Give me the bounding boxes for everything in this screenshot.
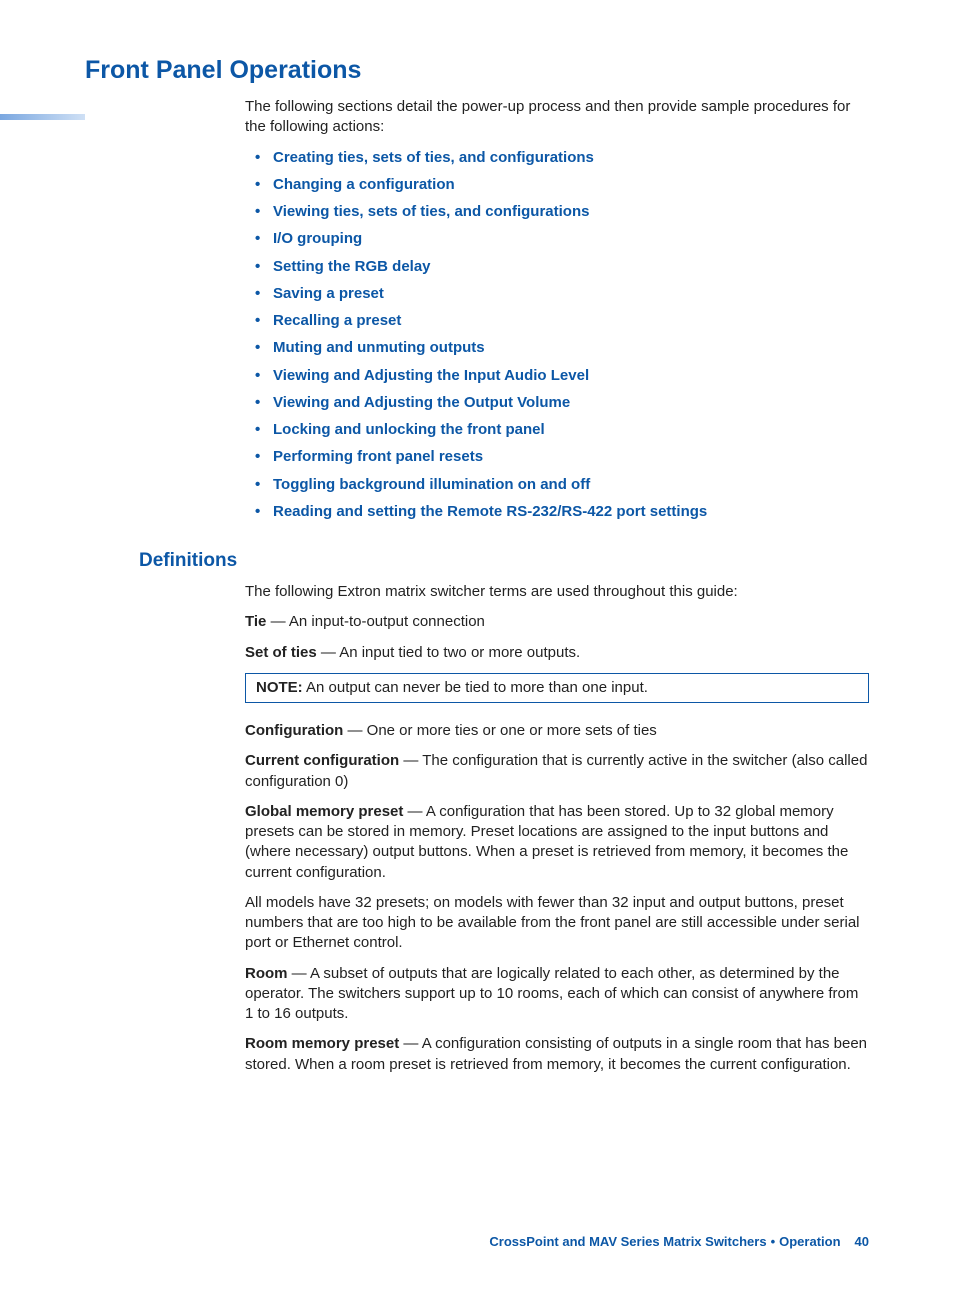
- action-link[interactable]: Creating ties, sets of ties, and configu…: [273, 149, 594, 166]
- definition-term: Global memory preset: [245, 803, 403, 820]
- definition-desc: — A subset of outputs that are logically…: [245, 965, 858, 1023]
- definition-term: Current configuration: [245, 752, 399, 769]
- definitions-block: The following Extron matrix switcher ter…: [245, 582, 869, 1075]
- action-link[interactable]: Saving a preset: [273, 285, 384, 302]
- footer-separator: •: [771, 1234, 776, 1249]
- action-link[interactable]: Reading and setting the Remote RS-232/RS…: [273, 503, 707, 520]
- definition-desc: — One or more ties or one or more sets o…: [343, 722, 656, 739]
- definition-desc: — An input tied to two or more outputs.: [317, 644, 580, 661]
- list-item: Viewing and Adjusting the Output Volume: [245, 393, 869, 413]
- list-item: Locking and unlocking the front panel: [245, 420, 869, 440]
- definition-item: Set of ties — An input tied to two or mo…: [245, 643, 869, 663]
- list-item: Creating ties, sets of ties, and configu…: [245, 148, 869, 168]
- definition-item: Room memory preset — A configuration con…: [245, 1034, 869, 1075]
- intro-block: The following sections detail the power-…: [245, 97, 869, 522]
- footer-section: Operation: [779, 1234, 840, 1249]
- list-item: Setting the RGB delay: [245, 257, 869, 277]
- action-link[interactable]: Performing front panel resets: [273, 448, 483, 465]
- action-link[interactable]: Viewing ties, sets of ties, and configur…: [273, 203, 589, 220]
- action-link[interactable]: Setting the RGB delay: [273, 258, 431, 275]
- list-item: Viewing and Adjusting the Input Audio Le…: [245, 366, 869, 386]
- action-link-list: Creating ties, sets of ties, and configu…: [245, 148, 869, 523]
- action-link[interactable]: Toggling background illumination on and …: [273, 476, 590, 493]
- list-item: Saving a preset: [245, 284, 869, 304]
- list-item: Recalling a preset: [245, 311, 869, 331]
- definition-item: Global memory preset — A configuration t…: [245, 802, 869, 883]
- definition-item: Tie — An input-to-output connection: [245, 612, 869, 632]
- list-item: I/O grouping: [245, 229, 869, 249]
- note-box: NOTE: An output can never be tied to mor…: [245, 673, 869, 703]
- definition-term: Room: [245, 965, 288, 982]
- definitions-intro: The following Extron matrix switcher ter…: [245, 582, 869, 602]
- definition-item: Configuration — One or more ties or one …: [245, 721, 869, 741]
- definitions-extra-para: All models have 32 presets; on models wi…: [245, 893, 869, 954]
- list-item: Reading and setting the Remote RS-232/RS…: [245, 502, 869, 522]
- header-accent-bar: [0, 114, 85, 120]
- page-footer: CrossPoint and MAV Series Matrix Switche…: [489, 1234, 869, 1249]
- list-item: Toggling background illumination on and …: [245, 475, 869, 495]
- action-link[interactable]: Muting and unmuting outputs: [273, 339, 485, 356]
- section-title-definitions: Definitions: [139, 550, 869, 572]
- action-link[interactable]: Viewing and Adjusting the Input Audio Le…: [273, 367, 589, 384]
- page-title: Front Panel Operations: [85, 56, 869, 85]
- note-text-content: An output can never be tied to more than…: [306, 679, 648, 696]
- intro-text: The following sections detail the power-…: [245, 97, 869, 138]
- definition-term: Tie: [245, 613, 266, 630]
- footer-page-number: 40: [855, 1234, 869, 1249]
- footer-product: CrossPoint and MAV Series Matrix Switche…: [489, 1234, 766, 1249]
- list-item: Changing a configuration: [245, 175, 869, 195]
- action-link[interactable]: Recalling a preset: [273, 312, 401, 329]
- action-link[interactable]: I/O grouping: [273, 230, 362, 247]
- definition-term: Configuration: [245, 722, 343, 739]
- list-item: Viewing ties, sets of ties, and configur…: [245, 202, 869, 222]
- action-link[interactable]: Viewing and Adjusting the Output Volume: [273, 394, 570, 411]
- definition-term: Room memory preset: [245, 1035, 399, 1052]
- action-link[interactable]: Changing a configuration: [273, 176, 455, 193]
- note-label: NOTE:: [256, 679, 303, 696]
- definition-item: Room — A subset of outputs that are logi…: [245, 964, 869, 1025]
- definition-term: Set of ties: [245, 644, 317, 661]
- definition-desc: — An input-to-output connection: [266, 613, 484, 630]
- list-item: Muting and unmuting outputs: [245, 338, 869, 358]
- list-item: Performing front panel resets: [245, 447, 869, 467]
- page: Front Panel Operations The following sec…: [0, 56, 954, 1291]
- definition-item: Current configuration — The configuratio…: [245, 751, 869, 792]
- action-link[interactable]: Locking and unlocking the front panel: [273, 421, 545, 438]
